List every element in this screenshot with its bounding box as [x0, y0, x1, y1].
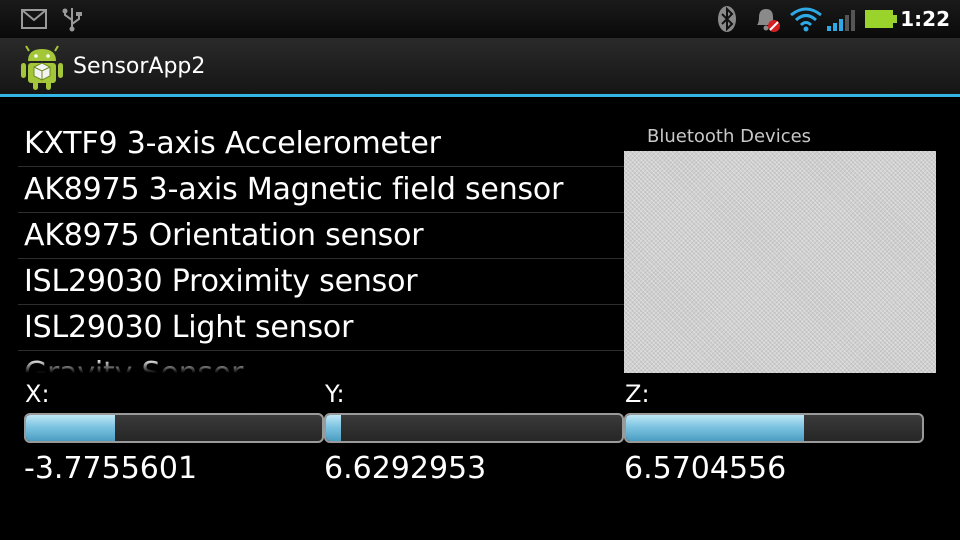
axis-y-value: 6.6292953 [324, 451, 487, 486]
axis-x-value: -3.7755601 [24, 451, 198, 486]
axis-z-progress-fill [626, 415, 804, 441]
axis-x-progress-bar [24, 413, 324, 443]
axis-y-label: Y: [325, 380, 345, 408]
axis-x: X: -3.7755601 [24, 380, 324, 486]
clock: 1:22 [900, 7, 950, 31]
gmail-icon [21, 9, 47, 29]
axis-y-progress-fill [326, 415, 341, 441]
list-item[interactable]: AK8975 Orientation sensor [18, 213, 624, 259]
bluetooth-icon [718, 6, 736, 32]
signal-icon [827, 10, 855, 31]
axis-y-progress-bar [324, 413, 624, 443]
list-item[interactable]: ISL29030 Proximity sensor [18, 259, 624, 305]
sensor-list[interactable]: KXTF9 3-axis Accelerometer AK8975 3-axis… [0, 121, 624, 373]
usb-icon [62, 8, 82, 32]
list-fade-edge [0, 359, 624, 373]
list-item[interactable]: KXTF9 3-axis Accelerometer [18, 121, 624, 167]
list-item[interactable]: AK8975 3-axis Magnetic field sensor [18, 167, 624, 213]
axis-z-value: 6.5704556 [624, 451, 787, 486]
app-title: SensorApp2 [73, 54, 206, 79]
bluetooth-devices-list[interactable] [624, 151, 936, 373]
axis-z: Z: 6.5704556 [624, 380, 924, 486]
alarm-muted-icon [757, 9, 780, 32]
bluetooth-devices-label: Bluetooth Devices [647, 126, 812, 147]
axis-x-progress-fill [26, 415, 115, 441]
title-divider [0, 94, 960, 97]
axis-x-label: X: [25, 380, 50, 408]
title-bar: SensorApp2 [0, 38, 960, 97]
list-item[interactable]: ISL29030 Light sensor [18, 305, 624, 351]
axis-y: Y: 6.6292953 [324, 380, 624, 486]
axis-z-label: Z: [625, 380, 650, 408]
axis-z-progress-bar [624, 413, 924, 443]
android-app-icon[interactable] [20, 43, 64, 91]
status-bar: 1:22 [0, 0, 960, 38]
battery-icon [865, 10, 897, 28]
wifi-icon [790, 7, 822, 32]
